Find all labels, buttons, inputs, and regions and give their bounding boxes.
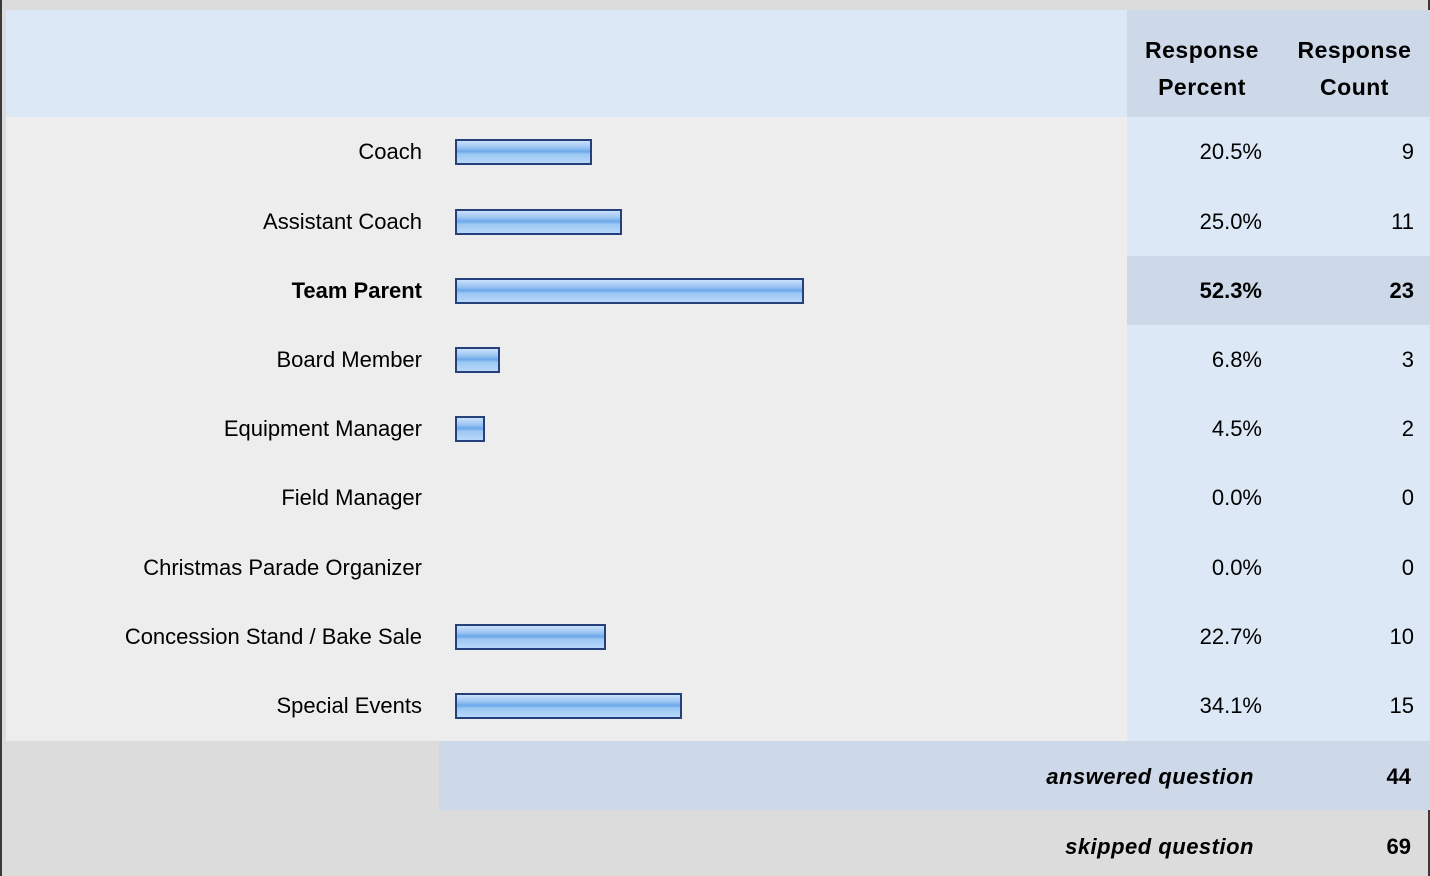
result-row: Field Manager 0.0% 0 xyxy=(6,463,1430,533)
response-bar xyxy=(455,139,592,165)
category-label: Special Events xyxy=(276,693,422,718)
category-label: Team Parent xyxy=(291,278,422,303)
response-percent: 22.7% xyxy=(1199,624,1262,649)
response-count: 0 xyxy=(1401,555,1414,580)
table-header: Response Percent Response Count xyxy=(6,10,1430,117)
survey-results-frame: Response Percent Response Count Coach 20.… xyxy=(0,0,1430,876)
response-percent: 0.0% xyxy=(1211,555,1262,580)
response-bar xyxy=(455,624,606,650)
values-column-cell xyxy=(1127,256,1430,325)
result-row: Coach 20.5% 9 xyxy=(6,117,1430,187)
result-row: Equipment Manager 4.5% 2 xyxy=(6,394,1430,463)
response-bar xyxy=(455,347,500,373)
response-count: 15 xyxy=(1389,693,1414,718)
response-percent: 6.8% xyxy=(1211,347,1262,372)
results-body: Coach 20.5% 9 Assistant Coach 25.0% 11 Team Pa… xyxy=(6,117,1430,741)
result-row: Board Member 6.8% 3 xyxy=(6,325,1430,394)
response-count-header: Response Count xyxy=(1286,32,1423,106)
response-count: 10 xyxy=(1389,624,1414,649)
result-row: Christmas Parade Organizer 0.0% 0 xyxy=(6,533,1430,602)
result-row: Special Events 34.1% 15 xyxy=(6,671,1430,741)
result-row: Team Parent 52.3% 23 xyxy=(6,256,1430,325)
response-bar xyxy=(455,278,804,304)
skipped-question-label: skipped question xyxy=(1065,834,1254,859)
response-count-header-line1: Response xyxy=(1297,37,1412,63)
values-column-cell xyxy=(1127,117,1430,187)
response-percent: 4.5% xyxy=(1211,416,1262,441)
values-column-cell xyxy=(1127,325,1430,394)
response-count-header-line2: Count xyxy=(1320,74,1389,100)
category-label: Concession Stand / Bake Sale xyxy=(124,624,422,649)
response-percent: 52.3% xyxy=(1199,278,1262,303)
values-column-cell xyxy=(1127,394,1430,463)
response-count: 0 xyxy=(1401,485,1414,510)
response-count: 9 xyxy=(1401,139,1414,164)
response-count: 11 xyxy=(1391,209,1414,234)
answered-question-row xyxy=(439,741,1430,810)
category-label: Board Member xyxy=(276,347,422,372)
response-bar xyxy=(455,416,485,442)
result-row: Assistant Coach 25.0% 11 xyxy=(6,187,1430,256)
response-count: 3 xyxy=(1401,347,1414,372)
values-column-cell xyxy=(1127,671,1430,741)
answered-question-label: answered question xyxy=(1046,764,1254,789)
category-label: Coach xyxy=(358,139,422,164)
answered-question-value: 44 xyxy=(1386,764,1411,789)
values-column-cell xyxy=(1127,187,1430,256)
response-bar xyxy=(455,693,682,719)
response-percent: 20.5% xyxy=(1199,139,1262,164)
category-label: Equipment Manager xyxy=(223,416,422,441)
values-column-cell xyxy=(1127,602,1430,671)
category-label: Christmas Parade Organizer xyxy=(143,555,422,580)
response-percent: 34.1% xyxy=(1199,693,1262,718)
skipped-question-value: 69 xyxy=(1386,834,1411,859)
response-percent: 25.0% xyxy=(1199,209,1262,234)
response-percent-header: Response Percent xyxy=(1134,32,1270,106)
response-percent-header-line2: Percent xyxy=(1158,74,1246,100)
category-label: Assistant Coach xyxy=(263,209,422,234)
response-bar xyxy=(455,209,622,235)
values-column-cell xyxy=(1127,533,1430,602)
response-count: 2 xyxy=(1401,416,1414,441)
result-row: Concession Stand / Bake Sale 22.7% 10 xyxy=(6,602,1430,671)
values-column-cell xyxy=(1127,463,1430,533)
response-percent-header-line1: Response xyxy=(1145,37,1259,63)
response-count: 23 xyxy=(1389,278,1414,303)
category-label: Field Manager xyxy=(281,485,422,510)
response-percent: 0.0% xyxy=(1211,485,1262,510)
